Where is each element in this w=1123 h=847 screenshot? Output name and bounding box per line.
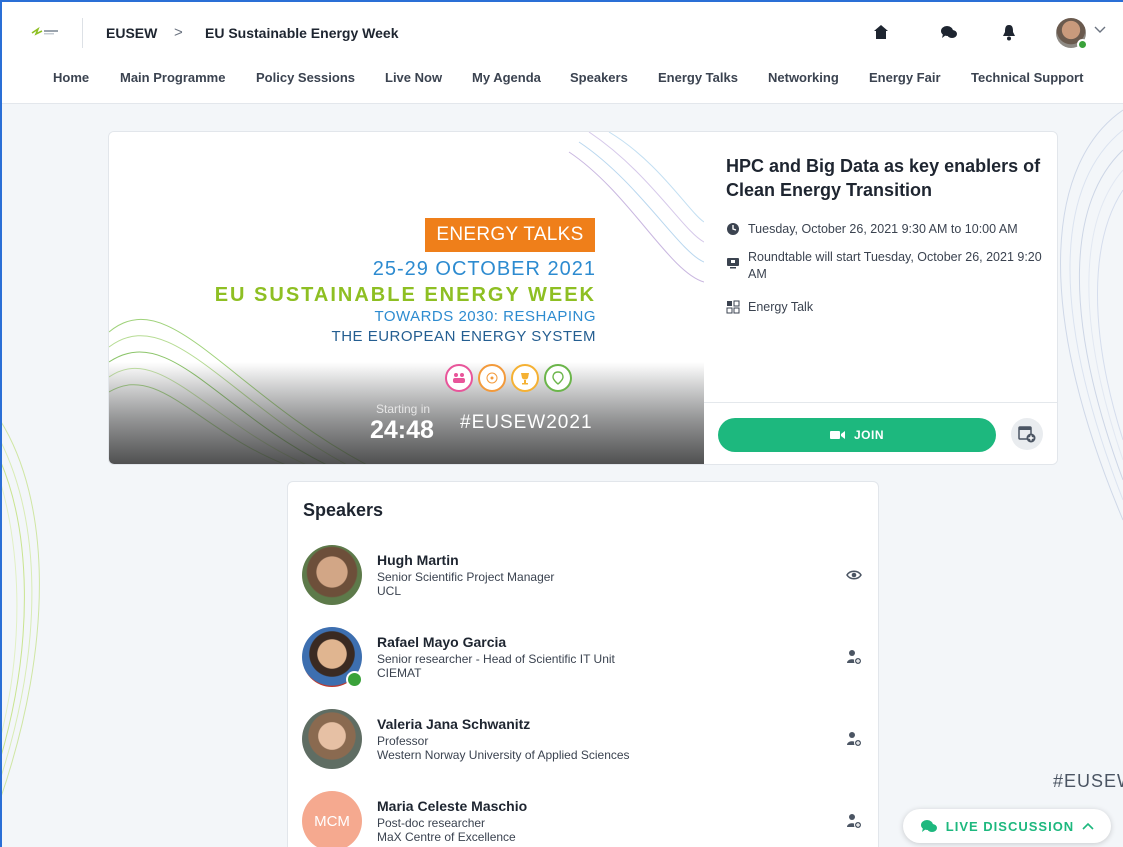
nav-speakers[interactable]: Speakers: [570, 70, 628, 85]
speaker-row[interactable]: Valeria Jana Schwanitz Professor Western…: [288, 709, 880, 789]
main-nav: Home Main Programme Policy Sessions Live…: [0, 70, 1123, 88]
eusew-logo-icon[interactable]: [30, 25, 60, 39]
speakers-panel: Speakers Hugh Martin Senior Scientific P…: [287, 481, 879, 847]
home-icon[interactable]: [871, 22, 891, 42]
speaker-org: MaX Centre of Excellence: [377, 830, 516, 844]
banner-tagline-2: THE EUROPEAN ENERGY SYSTEM: [331, 328, 596, 345]
countdown-timer: 24:48: [370, 416, 434, 444]
speaker-name[interactable]: Hugh Martin: [377, 552, 459, 568]
bell-icon[interactable]: [999, 22, 1019, 42]
nav-main-programme[interactable]: Main Programme: [120, 70, 225, 85]
speaker-role: Post-doc researcher: [377, 816, 486, 830]
network-icon: [478, 364, 506, 392]
nav-technical-support[interactable]: Technical Support: [971, 70, 1083, 85]
avatar: [302, 709, 362, 769]
speaker-org: CIEMAT: [377, 666, 422, 680]
avatar: MCM: [302, 791, 362, 847]
clock-icon: [727, 223, 739, 235]
speaker-role: Senior researcher - Head of Scientific I…: [377, 652, 615, 666]
speaker-name[interactable]: Rafael Mayo Garcia: [377, 634, 506, 650]
banner-hashtag: #EUSEW2021: [460, 412, 593, 433]
speaker-row[interactable]: MCM Maria Celeste Maschio Post-doc resea…: [288, 791, 880, 847]
join-label: JOIN: [853, 428, 884, 442]
banner-event-name: EU SUSTAINABLE ENERGY WEEK: [214, 284, 596, 306]
session-banner: ENERGY TALKS 25-29 OCTOBER 2021 EU SUSTA…: [109, 132, 704, 464]
speaker-org: UCL: [377, 584, 402, 598]
category-icon: [726, 300, 740, 314]
location-leaf-icon: [544, 364, 572, 392]
session-card: ENERGY TALKS 25-29 OCTOBER 2021 EU SUSTA…: [108, 131, 1058, 465]
nav-my-agenda[interactable]: My Agenda: [472, 70, 541, 85]
add-contact-icon[interactable]: [846, 731, 862, 747]
nav-energy-fair[interactable]: Energy Fair: [869, 70, 941, 85]
speaker-row[interactable]: Rafael Mayo Garcia Senior researcher - H…: [288, 627, 880, 707]
info-divider: [704, 402, 1057, 403]
live-discussion-button[interactable]: LIVE DISCUSSION: [903, 809, 1111, 843]
nav-networking[interactable]: Networking: [768, 70, 839, 85]
live-discussion-label: LIVE DISCUSSION: [945, 818, 1075, 834]
add-contact-icon[interactable]: [846, 813, 862, 829]
speaker-org: Western Norway University of Applied Sci…: [377, 748, 630, 762]
roundtable-icon: [727, 258, 739, 269]
background-wave-left: [0, 419, 40, 801]
session-type: Energy Talk: [748, 300, 814, 314]
chat-icon: [920, 819, 937, 832]
starting-in-label: Starting in: [376, 402, 431, 416]
roundtable-row: Roundtable will start Tuesday, October 2…: [726, 249, 1046, 283]
speaker-role: Professor: [377, 734, 429, 748]
top-bar: EUSEW > EU Sustainable Energy Week Home …: [0, 0, 1123, 104]
session-time-row: Tuesday, October 26, 2021 9:30 AM to 10:…: [726, 221, 1018, 238]
header-divider: [82, 18, 83, 48]
session-type-row: Energy Talk: [726, 299, 813, 316]
nav-home[interactable]: Home: [53, 70, 89, 85]
banner-theme-icons: [445, 364, 572, 392]
chevron-down-icon[interactable]: [1094, 26, 1106, 34]
breadcrumb-root[interactable]: EUSEW: [106, 25, 157, 41]
trophy-icon: [511, 364, 539, 392]
add-to-agenda-button[interactable]: [1011, 418, 1043, 450]
avatar: [302, 545, 362, 605]
avatar: [302, 627, 363, 688]
breadcrumb-current: EU Sustainable Energy Week: [205, 25, 399, 41]
user-avatar[interactable]: [1056, 18, 1088, 50]
speaker-name[interactable]: Valeria Jana Schwanitz: [377, 716, 530, 732]
online-status-dot: [1077, 39, 1088, 50]
chat-icon[interactable]: [939, 22, 959, 42]
background-hashtag: #EUSEW: [1053, 771, 1123, 791]
energy-talks-tag: ENERGY TALKS: [425, 218, 595, 252]
session-info-panel: HPC and Big Data as key enablers of Clea…: [704, 132, 1057, 464]
join-button[interactable]: JOIN: [718, 418, 996, 452]
nav-policy-sessions[interactable]: Policy Sessions: [256, 70, 355, 85]
banner-tagline-1: TOWARDS 2030: RESHAPING: [374, 308, 596, 325]
eye-icon[interactable]: [846, 567, 862, 583]
speakers-heading: Speakers: [303, 500, 384, 520]
speaker-role: Senior Scientific Project Manager: [377, 570, 555, 584]
breadcrumb-separator: >: [174, 24, 183, 41]
roundtable-start: Roundtable will start Tuesday, October 2…: [748, 250, 1042, 281]
video-camera-icon: [829, 431, 845, 439]
speaker-name[interactable]: Maria Celeste Maschio: [377, 798, 527, 814]
session-time: Tuesday, October 26, 2021 9:30 AM to 10:…: [748, 222, 1018, 236]
people-icon: [445, 364, 473, 392]
chevron-up-icon: [1082, 822, 1094, 830]
add-contact-icon[interactable]: [846, 649, 862, 665]
nav-live-now[interactable]: Live Now: [385, 70, 442, 85]
banner-dates: 25-29 OCTOBER 2021: [372, 258, 596, 280]
nav-energy-talks[interactable]: Energy Talks: [658, 70, 738, 85]
online-status-dot: [346, 671, 363, 688]
calendar-add-icon: [1018, 426, 1036, 443]
speaker-row[interactable]: Hugh Martin Senior Scientific Project Ma…: [288, 545, 880, 625]
session-title: HPC and Big Data as key enablers of Clea…: [726, 156, 1041, 200]
